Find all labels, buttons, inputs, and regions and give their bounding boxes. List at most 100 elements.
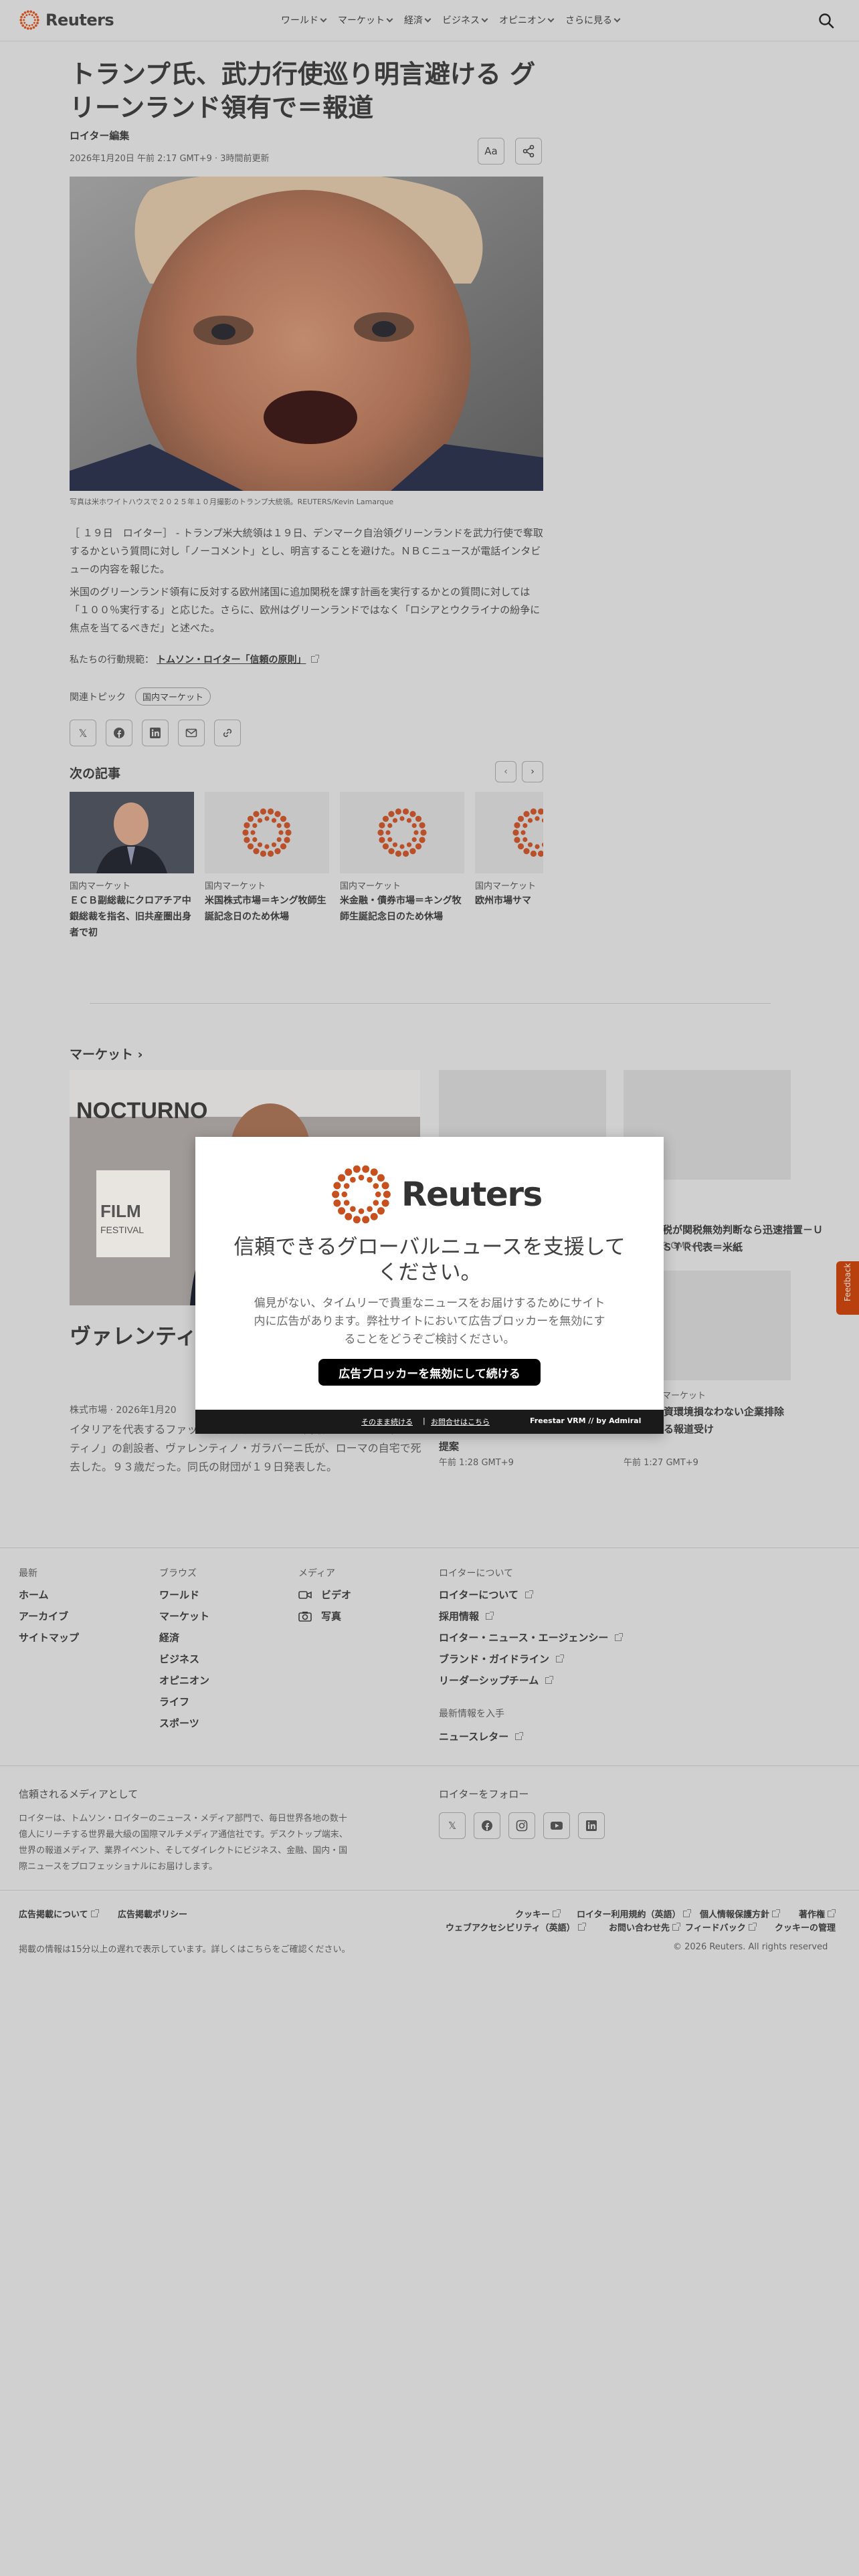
follow-instagram-button[interactable] xyxy=(508,1812,535,1839)
nav-economy[interactable]: 経済 xyxy=(404,13,432,27)
share-x-button[interactable]: 𝕏 xyxy=(70,720,96,746)
delay-note: 掲載の情報は15分以上の遅れで表示しています。詳しくはこちらをご確認ください。 xyxy=(19,1945,351,1955)
logo-dot xyxy=(343,1200,350,1206)
footer-link[interactable]: ワールド xyxy=(159,1588,199,1602)
logo-dot xyxy=(25,23,28,26)
logo-dot xyxy=(517,843,524,850)
footer-link[interactable]: 経済 xyxy=(159,1630,179,1644)
footer-link[interactable]: ロイター・ニュース・エージェンシー xyxy=(439,1630,624,1644)
follow-x-button[interactable]: 𝕏 xyxy=(439,1812,466,1839)
legal-link[interactable]: フィードバック xyxy=(685,1921,757,1933)
logo-dot xyxy=(285,829,292,836)
logo-dot xyxy=(244,822,250,829)
footer-link[interactable]: ビジネス xyxy=(159,1652,199,1666)
contact-link[interactable]: お問合せはこちら xyxy=(431,1416,490,1427)
footer-link[interactable]: ホーム xyxy=(19,1588,49,1602)
external-link-icon xyxy=(615,1632,624,1641)
nav-business[interactable]: ビジネス xyxy=(442,13,488,27)
disable-adblocker-button[interactable]: 広告ブロッカーを無効にして続ける xyxy=(318,1359,541,1386)
footer-link[interactable]: ロイターについて xyxy=(439,1588,533,1602)
share-button[interactable] xyxy=(515,138,542,165)
nav-markets[interactable]: マーケット xyxy=(338,13,393,27)
share-email-button[interactable] xyxy=(178,720,205,746)
logo-dot xyxy=(373,1183,379,1189)
logo-dot xyxy=(406,818,412,823)
follow-facebook-button[interactable] xyxy=(474,1812,500,1839)
next-article-card[interactable]: 国内マーケット 米金融・債券市場＝キング牧師生誕記念日のため休場 xyxy=(340,792,464,925)
legal-link[interactable]: クッキー xyxy=(515,1907,561,1920)
market-title-label: マーケット xyxy=(70,1047,134,1062)
logo-dot xyxy=(250,830,256,835)
nav-opinion[interactable]: オピニオン xyxy=(499,13,555,27)
logo-dot xyxy=(419,837,425,843)
footer-link[interactable]: リーダーシップチーム xyxy=(439,1673,554,1687)
market-side-title[interactable]: 提案 xyxy=(439,1438,606,1455)
footer-link[interactable]: オピニオン xyxy=(159,1673,209,1687)
logo-dot xyxy=(388,811,395,817)
search-icon xyxy=(819,13,834,29)
x-icon: 𝕏 xyxy=(78,726,88,740)
footer-video-link[interactable]: ビデオ xyxy=(298,1588,351,1602)
carousel-prev-button[interactable]: ‹ xyxy=(495,761,516,782)
footer-photo-link[interactable]: 写真 xyxy=(298,1609,341,1623)
next-article-card[interactable]: 国内マーケット 米国株式市場＝キング牧師生誕記念日のため休場 xyxy=(205,792,329,925)
newsletter-link[interactable]: ニュースレター xyxy=(439,1729,524,1743)
footer-divider xyxy=(0,1765,859,1766)
legal-link[interactable]: ロイター利用規約（英語） xyxy=(577,1907,692,1920)
logo-dot xyxy=(26,10,29,13)
footer-link[interactable]: スポーツ xyxy=(159,1716,199,1730)
follow-linkedin-button[interactable] xyxy=(578,1812,605,1839)
logo-dot xyxy=(260,850,267,857)
reuters-logo[interactable]: Reuters xyxy=(19,9,114,31)
hero-photo xyxy=(70,177,543,491)
footer-link[interactable]: サイトマップ xyxy=(19,1630,79,1644)
legal-link[interactable]: 個人情報保護方針 xyxy=(700,1907,781,1920)
reuters-placeholder-icon xyxy=(512,808,543,857)
logo-dot xyxy=(392,842,398,847)
nav-world[interactable]: ワールド xyxy=(281,13,327,27)
continue-anyway-link[interactable]: そのまま続ける xyxy=(361,1416,413,1427)
footer-link[interactable]: 採用情報 xyxy=(439,1609,494,1623)
logo-dot xyxy=(411,823,417,829)
copy-link-button[interactable] xyxy=(214,720,241,746)
next-article-card[interactable]: 国内マーケット ＥＣＢ副総裁にクロアチア中銀総裁を指名、旧共産圏出身者で初 xyxy=(70,792,194,941)
logo-dot xyxy=(264,844,270,849)
topic-pill[interactable]: 国内マーケット xyxy=(135,687,211,706)
footer-link[interactable]: アーカイブ xyxy=(19,1609,68,1623)
next-articles-carousel: 国内マーケット ＥＣＢ副総裁にクロアチア中銀総裁を指名、旧共産圏出身者で初 国内… xyxy=(70,792,543,946)
carousel-next-button[interactable]: › xyxy=(522,761,543,782)
legal-link[interactable]: 著作権 xyxy=(799,1907,836,1920)
footer-link[interactable]: ライフ xyxy=(159,1695,189,1709)
next-article-title: 米国株式市場＝キング牧師生誕記念日のため休場 xyxy=(205,895,326,922)
next-article-card[interactable]: 国内マーケット 欧州市場サマ xyxy=(475,792,543,909)
svg-text:FILM: FILM xyxy=(100,1201,141,1221)
footer-link-label: ビデオ xyxy=(321,1589,352,1601)
footer-col-title: ロイターについて xyxy=(439,1568,514,1579)
chevron-left-icon: ‹ xyxy=(504,766,508,777)
ads-about-link[interactable]: 広告掲載について xyxy=(19,1907,99,1920)
text-size-button[interactable]: Aa xyxy=(478,138,504,165)
logo-dot xyxy=(36,19,39,21)
article-headline: トランプ氏、武力行使巡り明言避ける グリーンランド領有で＝報道 xyxy=(70,60,536,122)
share-facebook-button[interactable] xyxy=(106,720,132,746)
legal-link[interactable]: お問い合わせ先 xyxy=(609,1921,681,1933)
logo-dot xyxy=(527,818,533,823)
feedback-tab[interactable]: Feedback xyxy=(836,1261,859,1315)
follow-youtube-button[interactable] xyxy=(543,1812,570,1839)
nav-more[interactable]: さらに見る xyxy=(565,13,621,27)
external-link-icon xyxy=(748,1922,757,1931)
x-icon: 𝕏 xyxy=(448,1820,457,1832)
footer-link[interactable]: ブランド・ガイドライン xyxy=(439,1652,565,1666)
article-author[interactable]: ロイター編集 xyxy=(70,128,129,142)
legal-link[interactable]: クッキーの管理 xyxy=(775,1921,836,1933)
footer-link[interactable]: マーケット xyxy=(159,1609,209,1623)
logo-dot xyxy=(379,822,385,829)
market-section-title[interactable]: マーケット › xyxy=(70,1045,142,1063)
logo-dot xyxy=(338,1207,346,1215)
share-linkedin-button[interactable] xyxy=(142,720,169,746)
trust-principles-link[interactable]: トムソン・ロイター「信頼の原則」 xyxy=(157,653,306,666)
legal-link[interactable]: ウェブアクセシビリティ（英語） xyxy=(446,1921,586,1933)
ads-policy-link[interactable]: 広告掲載ポリシー xyxy=(118,1907,187,1920)
search-button[interactable] xyxy=(818,12,835,29)
logo-dot xyxy=(387,837,393,843)
